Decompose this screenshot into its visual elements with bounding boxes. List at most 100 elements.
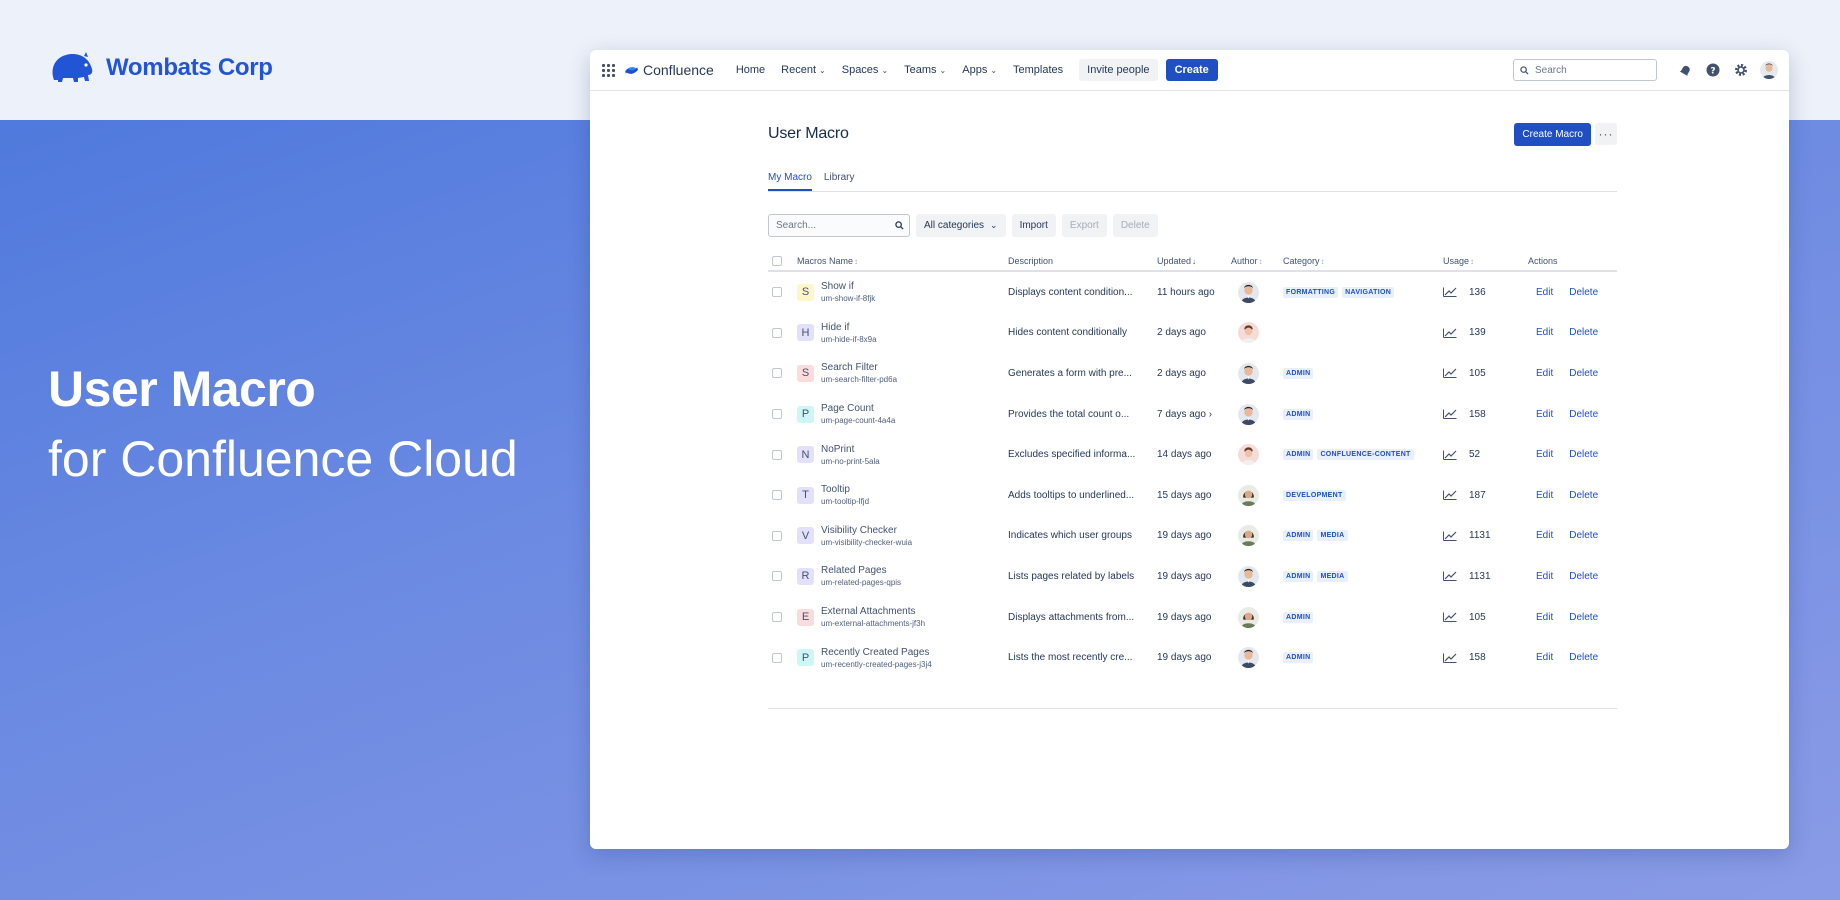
- confluence-logo[interactable]: Confluence: [625, 62, 714, 78]
- col-category[interactable]: Category↕: [1283, 256, 1443, 266]
- edit-link[interactable]: Edit: [1536, 287, 1553, 298]
- delete-link[interactable]: Delete: [1569, 652, 1598, 663]
- usage-chart-icon[interactable]: [1443, 328, 1457, 338]
- col-usage[interactable]: Usage↕: [1443, 256, 1528, 266]
- usage-chart-icon[interactable]: [1443, 653, 1457, 663]
- delete-link[interactable]: Delete: [1569, 327, 1598, 338]
- table-row[interactable]: V Visibility Checker um-visibility-check…: [768, 516, 1617, 557]
- row-checkbox[interactable]: [772, 368, 782, 379]
- author-avatar[interactable]: [1238, 606, 1259, 628]
- profile-avatar[interactable]: [1759, 60, 1779, 80]
- macro-title[interactable]: NoPrint: [821, 443, 880, 456]
- edit-link[interactable]: Edit: [1536, 490, 1553, 501]
- author-avatar[interactable]: [1238, 525, 1259, 547]
- usage-chart-icon[interactable]: [1443, 368, 1457, 379]
- usage-chart-icon[interactable]: [1443, 287, 1457, 298]
- author-avatar[interactable]: [1238, 281, 1259, 303]
- more-options-icon[interactable]: ···: [1595, 123, 1617, 145]
- usage-chart-icon[interactable]: [1443, 490, 1457, 501]
- bulk-delete-button[interactable]: Delete: [1112, 214, 1158, 237]
- app-switcher-icon[interactable]: [602, 63, 615, 77]
- macro-title[interactable]: Related Pages: [821, 564, 901, 577]
- global-search-input[interactable]: Search: [1513, 59, 1657, 81]
- macro-title[interactable]: Visibility Checker: [821, 524, 912, 537]
- row-checkbox[interactable]: [772, 571, 782, 582]
- row-checkbox[interactable]: [772, 612, 782, 623]
- row-checkbox[interactable]: [772, 490, 782, 501]
- tab-library[interactable]: Library: [824, 170, 855, 191]
- col-name[interactable]: Macros Name↕: [797, 256, 1008, 266]
- edit-link[interactable]: Edit: [1536, 530, 1553, 541]
- edit-link[interactable]: Edit: [1536, 368, 1553, 379]
- delete-link[interactable]: Delete: [1569, 530, 1598, 541]
- author-avatar[interactable]: [1238, 444, 1259, 466]
- table-row[interactable]: R Related Pages um-related-pages-qpis Li…: [768, 556, 1617, 597]
- macro-title[interactable]: Tooltip: [821, 483, 869, 496]
- col-author[interactable]: Author↕: [1231, 256, 1283, 266]
- macro-title[interactable]: Hide if: [821, 321, 877, 334]
- row-checkbox[interactable]: [772, 327, 782, 338]
- nav-spaces[interactable]: Spaces ⌄: [842, 64, 888, 76]
- table-row[interactable]: N NoPrint um-no-print-5ala Excludes spec…: [768, 434, 1617, 475]
- table-row[interactable]: P Page Count um-page-count-4a4a Provides…: [768, 394, 1617, 435]
- row-checkbox[interactable]: [772, 409, 782, 420]
- delete-link[interactable]: Delete: [1569, 449, 1598, 460]
- macro-title[interactable]: Show if: [821, 280, 875, 293]
- create-button[interactable]: Create: [1165, 59, 1218, 81]
- notifications-icon[interactable]: [1675, 60, 1695, 80]
- edit-link[interactable]: Edit: [1536, 409, 1553, 420]
- select-all-checkbox[interactable]: [772, 255, 782, 266]
- nav-templates[interactable]: Templates: [1013, 64, 1063, 76]
- usage-chart-icon[interactable]: [1443, 409, 1457, 420]
- settings-gear-icon[interactable]: [1731, 60, 1751, 80]
- macro-search-input[interactable]: Search...: [768, 214, 910, 237]
- table-row[interactable]: H Hide if um-hide-if-8x9a Hides content …: [768, 313, 1617, 354]
- macro-title[interactable]: Page Count: [821, 402, 895, 415]
- table-row[interactable]: S Search Filter um-search-filter-pd6a Ge…: [768, 353, 1617, 394]
- delete-link[interactable]: Delete: [1569, 612, 1598, 623]
- help-icon[interactable]: ?: [1703, 60, 1723, 80]
- author-avatar[interactable]: [1238, 362, 1259, 384]
- row-checkbox[interactable]: [772, 287, 782, 298]
- macro-title[interactable]: Recently Created Pages: [821, 646, 932, 659]
- import-button[interactable]: Import: [1011, 214, 1056, 237]
- row-checkbox[interactable]: [772, 449, 782, 460]
- row-checkbox[interactable]: [772, 530, 782, 541]
- nav-home[interactable]: Home: [736, 64, 765, 76]
- author-avatar[interactable]: [1238, 322, 1259, 344]
- edit-link[interactable]: Edit: [1536, 571, 1553, 582]
- usage-chart-icon[interactable]: [1443, 571, 1457, 582]
- usage-chart-icon[interactable]: [1443, 612, 1457, 623]
- nav-recent[interactable]: Recent ⌄: [781, 64, 826, 76]
- delete-link[interactable]: Delete: [1569, 287, 1598, 298]
- delete-link[interactable]: Delete: [1569, 490, 1598, 501]
- author-avatar[interactable]: [1238, 647, 1259, 669]
- nav-teams[interactable]: Teams ⌄: [904, 64, 946, 76]
- table-row[interactable]: T Tooltip um-tooltip-lfjd Adds tooltips …: [768, 475, 1617, 516]
- author-avatar[interactable]: [1238, 565, 1259, 587]
- table-row[interactable]: P Recently Created Pages um-recently-cre…: [768, 637, 1617, 678]
- delete-link[interactable]: Delete: [1569, 409, 1598, 420]
- macro-title[interactable]: Search Filter: [821, 361, 897, 374]
- export-button[interactable]: Export: [1061, 214, 1107, 237]
- macro-title[interactable]: External Attachments: [821, 605, 925, 618]
- create-macro-button[interactable]: Create Macro: [1514, 122, 1591, 146]
- delete-link[interactable]: Delete: [1569, 368, 1598, 379]
- edit-link[interactable]: Edit: [1536, 449, 1553, 460]
- row-checkbox[interactable]: [772, 652, 782, 663]
- usage-chart-icon[interactable]: [1443, 531, 1457, 541]
- nav-apps[interactable]: Apps ⌄: [962, 64, 997, 76]
- author-avatar[interactable]: [1238, 403, 1259, 425]
- usage-chart-icon[interactable]: [1443, 450, 1457, 460]
- table-row[interactable]: E External Attachments um-external-attac…: [768, 597, 1617, 638]
- table-row[interactable]: S Show if um-show-if-8fjk Displays conte…: [768, 272, 1617, 313]
- author-avatar[interactable]: [1238, 484, 1259, 506]
- edit-link[interactable]: Edit: [1536, 652, 1553, 663]
- edit-link[interactable]: Edit: [1536, 327, 1553, 338]
- tab-my-macro[interactable]: My Macro: [768, 170, 812, 191]
- delete-link[interactable]: Delete: [1569, 571, 1598, 582]
- edit-link[interactable]: Edit: [1536, 612, 1553, 623]
- col-updated[interactable]: Updated↓: [1157, 256, 1231, 266]
- category-select[interactable]: All categories ⌄: [916, 214, 1006, 237]
- invite-people-button[interactable]: Invite people: [1079, 59, 1158, 81]
